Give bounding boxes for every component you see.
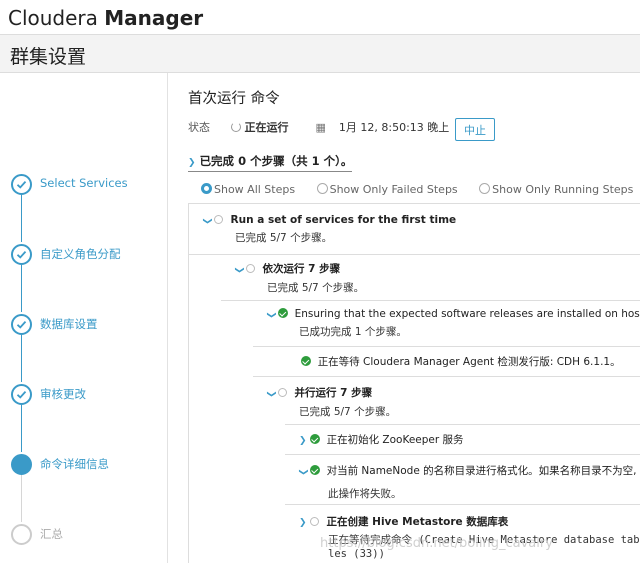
check-icon bbox=[11, 314, 32, 335]
tree-node[interactable]: ❯ Run a set of services for the first ti… bbox=[201, 214, 456, 245]
chevron-down-icon: ❯ bbox=[188, 158, 196, 168]
chevron-down-icon: ❯ bbox=[201, 217, 212, 225]
success-icon bbox=[277, 308, 288, 318]
step-tree: ❯ Run a set of services for the first ti… bbox=[188, 203, 640, 563]
radio-icon bbox=[479, 183, 491, 194]
sidebar-step-review-changes[interactable]: 审核更改 bbox=[11, 384, 166, 406]
chevron-down-icon: ❯ bbox=[233, 266, 244, 274]
success-icon bbox=[301, 356, 311, 366]
step-label: 数据库设置 bbox=[40, 317, 98, 331]
chevron-right-icon: ❯ bbox=[299, 518, 307, 528]
chevron-down-icon: ❯ bbox=[297, 468, 308, 476]
top-bar: Cloudera Manager bbox=[0, 0, 640, 35]
step-connector bbox=[21, 474, 22, 522]
running-icon bbox=[214, 215, 224, 224]
step-label: 汇总 bbox=[40, 527, 63, 541]
step-label: 审核更改 bbox=[40, 387, 86, 401]
tree-node[interactable]: ❯ 依次运行 7 步骤 已完成 5/7 个步骤。 bbox=[233, 261, 364, 295]
steps-summary: 已完成 0 个步骤（共 1 个）。 bbox=[199, 154, 353, 168]
page-title: 群集设置 bbox=[10, 46, 87, 68]
tree-node[interactable]: ❯ 正在初始化 ZooKeeper 服务 bbox=[299, 432, 464, 447]
step-label: 命令详细信息 bbox=[40, 457, 109, 471]
sidebar-step-select-services[interactable]: Select Services bbox=[11, 174, 166, 196]
title-bar: 群集设置 bbox=[0, 35, 640, 73]
wizard-sidebar: Select Services 自定义角色分配 数据库设置 审核更改 命令详细信… bbox=[0, 73, 168, 563]
sidebar-step-database-setup[interactable]: 数据库设置 bbox=[11, 314, 166, 336]
filter-running-steps[interactable]: Show Only Running Steps bbox=[479, 183, 633, 196]
spinner-icon bbox=[231, 122, 241, 132]
step-connector bbox=[21, 264, 22, 312]
step-connector bbox=[21, 334, 22, 382]
tree-node[interactable]: ❯ 并行运行 7 步骤 已完成 5/7 个步骤。 bbox=[265, 385, 396, 419]
chevron-right-icon: ❯ bbox=[299, 436, 307, 446]
brand-logo[interactable]: Cloudera Manager bbox=[8, 6, 203, 30]
success-icon bbox=[309, 434, 320, 444]
chevron-down-icon: ❯ bbox=[265, 390, 276, 398]
tree-node[interactable]: ❯ Ensuring that the expected software re… bbox=[265, 308, 640, 339]
steps-summary-toggle[interactable]: ❯ 已完成 0 个步骤（共 1 个）。 bbox=[188, 153, 353, 172]
pending-step-icon bbox=[11, 524, 32, 545]
radio-icon bbox=[316, 183, 328, 194]
status-row: 状态 正在运行 ▦ 1月 12, 8:50:13 晚上 bbox=[188, 119, 449, 135]
tree-node[interactable]: 正在等待 Cloudera Manager Agent 检测发行版: CDH 6… bbox=[301, 354, 621, 369]
calendar-icon: ▦ bbox=[315, 121, 326, 134]
check-icon bbox=[11, 174, 32, 195]
success-icon bbox=[309, 465, 320, 475]
watermark: https://blog.csdn.net/boling_cavalry bbox=[320, 536, 553, 551]
check-icon bbox=[11, 244, 32, 265]
command-datetime: 1月 12, 8:50:13 晚上 bbox=[338, 121, 450, 134]
step-connector bbox=[21, 194, 22, 242]
abort-button[interactable]: 中止 bbox=[455, 118, 495, 141]
sidebar-step-role-assignment[interactable]: 自定义角色分配 bbox=[11, 244, 166, 266]
active-step-icon bbox=[11, 454, 32, 475]
check-icon bbox=[11, 384, 32, 405]
chevron-down-icon: ❯ bbox=[265, 311, 276, 319]
filter-all-steps[interactable]: Show All Steps bbox=[201, 183, 295, 196]
running-icon bbox=[278, 388, 288, 397]
running-icon bbox=[310, 517, 320, 526]
radio-selected-icon bbox=[201, 183, 212, 194]
sidebar-step-summary: 汇总 bbox=[11, 524, 166, 546]
command-panel: 首次运行 命令 状态 正在运行 ▦ 1月 12, 8:50:13 晚上 中止 ❯… bbox=[169, 73, 640, 563]
tree-node[interactable]: ❯ 对当前 NameNode 的名称目录进行格式化。如果名称目录不为空, 此操作… bbox=[297, 463, 636, 501]
status-value: 正在运行 bbox=[244, 121, 289, 134]
sidebar-step-command-details[interactable]: 命令详细信息 bbox=[11, 454, 166, 476]
running-icon bbox=[246, 264, 256, 273]
filter-failed-steps[interactable]: Show Only Failed Steps bbox=[316, 183, 458, 196]
step-connector bbox=[21, 404, 22, 452]
step-filter-group: Show All Steps Show Only Failed Steps Sh… bbox=[201, 183, 640, 196]
command-title: 首次运行 命令 bbox=[188, 91, 280, 107]
status-label: 状态 bbox=[188, 121, 210, 134]
step-label: Select Services bbox=[40, 176, 128, 190]
step-label: 自定义角色分配 bbox=[40, 247, 121, 261]
